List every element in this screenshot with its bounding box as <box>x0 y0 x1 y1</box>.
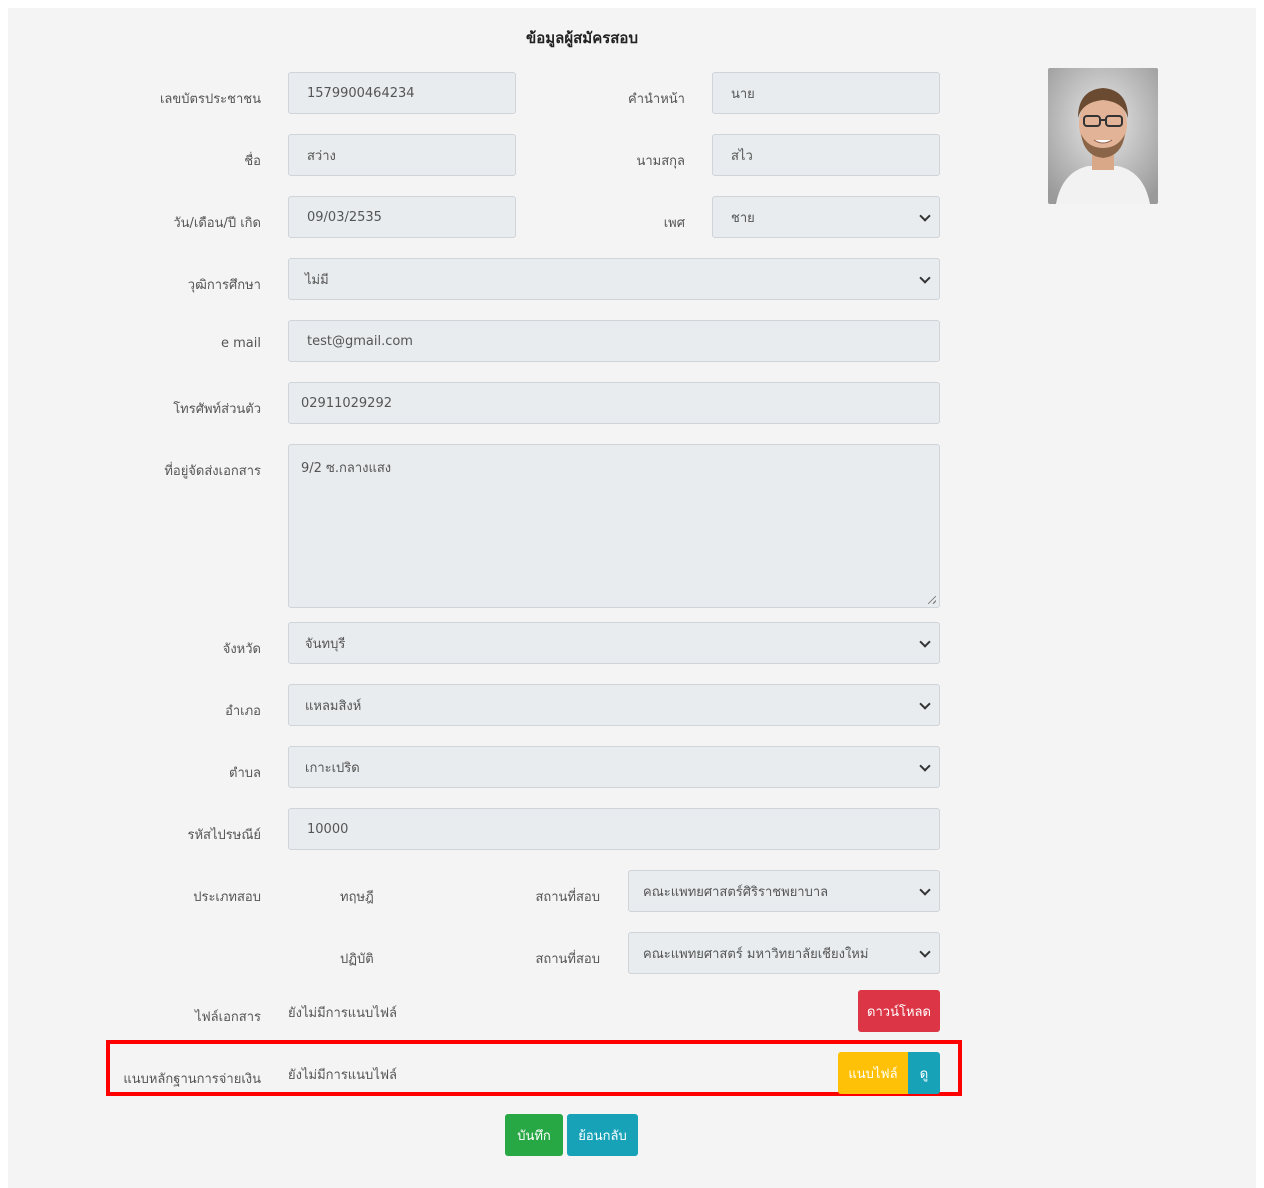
postcode-field[interactable]: 10000 <box>288 808 940 850</box>
gender-label: เพศ <box>663 216 685 231</box>
practice-label: ปฏิบัติ <box>340 952 374 967</box>
theory-label: ทฤษฎี <box>340 890 374 905</box>
theory-venue-select[interactable]: คณะแพทยศาสตร์ศิริราชพยาบาล <box>628 870 940 912</box>
back-button[interactable]: ย้อนกลับ <box>567 1114 638 1156</box>
document-file-label: ไฟล์เอกสาร <box>194 1010 261 1025</box>
education-select[interactable]: ไม่มี <box>288 258 940 300</box>
prefix-label: คำนำหน้า <box>628 92 685 107</box>
save-button[interactable]: บันทึก <box>505 1114 563 1156</box>
document-file-status: ยังไม่มีการแนบไฟล์ <box>288 1006 398 1021</box>
district-select[interactable]: แหลมสิงห์ <box>288 684 940 726</box>
email-label: e mail <box>221 336 261 351</box>
phone-label: โทรศัพท์ส่วนตัว <box>173 402 261 417</box>
subdistrict-select[interactable]: เกาะเปริด <box>288 746 940 788</box>
last-name-label: นามสกุล <box>636 154 685 169</box>
attach-file-button[interactable]: แนบไฟล์ <box>838 1052 908 1094</box>
view-file-button[interactable]: ดู <box>908 1052 940 1094</box>
postcode-label: รหัสไปรษณีย์ <box>187 828 261 843</box>
education-label: วุฒิการศึกษา <box>187 278 261 293</box>
resize-grip-icon[interactable] <box>928 596 936 604</box>
first-name-field[interactable]: สว่าง <box>288 134 516 176</box>
birth-date-field[interactable]: 09/03/2535 <box>288 196 516 238</box>
applicant-photo <box>1048 68 1158 204</box>
practice-venue-select[interactable]: คณะแพทยศาสตร์ มหาวิทยาลัยเชียงใหม่ <box>628 932 940 974</box>
theory-venue-label: สถานที่สอบ <box>535 890 600 905</box>
payment-proof-label: แนบหลักฐานการจ่ายเงิน <box>123 1072 261 1087</box>
practice-venue-label: สถานที่สอบ <box>535 952 600 967</box>
subdistrict-label: ตำบล <box>229 766 261 781</box>
applicant-photo-image <box>1048 68 1158 204</box>
download-button[interactable]: ดาวน์โหลด <box>858 990 940 1032</box>
payment-proof-status: ยังไม่มีการแนบไฟล์ <box>288 1068 398 1083</box>
email-field[interactable]: test@gmail.com <box>288 320 940 362</box>
address-textarea[interactable]: 9/2 ซ.กลางแสง <box>288 444 940 608</box>
id-card-label: เลขบัตรประชาชน <box>159 92 261 107</box>
province-label: จังหวัด <box>222 642 261 657</box>
district-label: อำเภอ <box>225 704 261 719</box>
birth-date-label: วัน/เดือน/ปี เกิด <box>173 216 261 231</box>
province-select[interactable]: จันทบุรี <box>288 622 940 664</box>
page-title: ข้อมูลผู้สมัครสอบ <box>526 29 638 47</box>
prefix-field[interactable]: นาย <box>712 72 940 114</box>
id-card-field[interactable]: 1579900464234 <box>288 72 516 114</box>
first-name-label: ชื่อ <box>244 154 261 169</box>
last-name-field[interactable]: สไว <box>712 134 940 176</box>
gender-select[interactable]: ชาย <box>712 196 940 238</box>
address-label: ที่อยู่จัดส่งเอกสาร <box>164 464 261 479</box>
phone-field[interactable]: 02911029292 <box>288 382 940 424</box>
exam-type-label: ประเภทสอบ <box>193 890 261 905</box>
